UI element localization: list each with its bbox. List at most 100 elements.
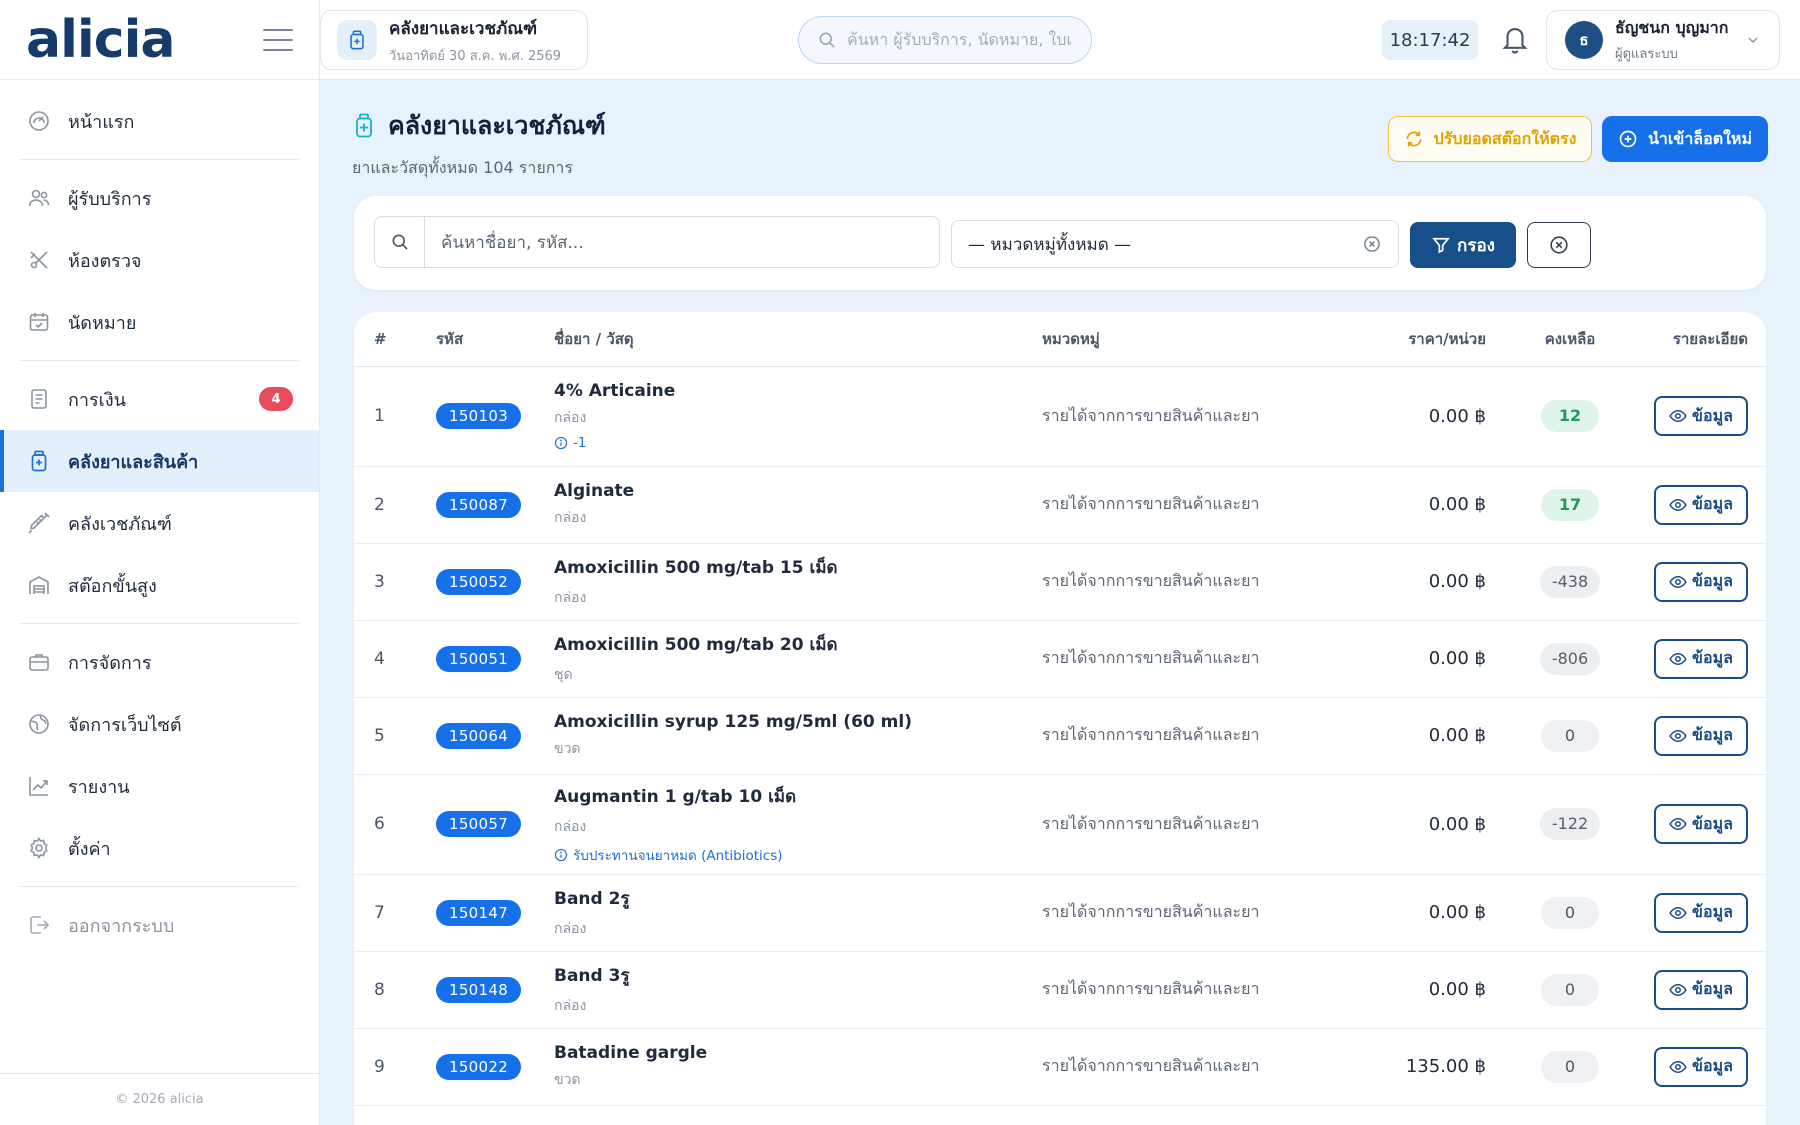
- row-index: 9: [354, 1028, 436, 1106]
- view-detail-label: ข้อมูล: [1692, 494, 1733, 513]
- sidebar-item-supplies[interactable]: คลังเวชภัณฑ์: [0, 492, 319, 554]
- stock-cell: 17: [1502, 466, 1638, 544]
- sidebar-item-reports[interactable]: รายงาน: [0, 755, 319, 817]
- category-select-value: — หมวดหมู่ทั้งหมด —: [968, 234, 1132, 255]
- brand-header: alicia: [0, 0, 319, 80]
- view-detail-label: ข้อมูล: [1692, 813, 1733, 833]
- sidebar-item-logout[interactable]: ออกจากระบบ: [0, 894, 319, 956]
- stock-badge: 17: [1541, 488, 1599, 521]
- sidebar-item-label: รายงาน: [68, 776, 130, 798]
- code-badge: 150051: [436, 645, 522, 672]
- stock-badge: 0: [1541, 896, 1599, 929]
- stock-badge: -438: [1539, 565, 1601, 598]
- code-cell: 150052: [436, 543, 554, 621]
- sidebar-item-management[interactable]: การจัดการ: [0, 631, 319, 693]
- category-cell: รายได้จากการขายสินค้าและยา: [1042, 620, 1342, 698]
- view-detail-button[interactable]: ข้อมูล: [1654, 969, 1748, 1010]
- page-title: คลังยาและเวชภัณฑ์: [388, 111, 606, 140]
- code-cell: 150087: [436, 466, 554, 544]
- sidebar: alicia หน้าแรก ผู้รับบริการ ห้องตรวจ นัด…: [0, 0, 320, 1125]
- category-cell: รายได้จากการขายสินค้าและยา: [1042, 774, 1342, 875]
- item-unit: กล่อง: [554, 818, 587, 835]
- row-index: 1: [354, 366, 436, 467]
- sidebar-item-label: การจัดการ: [68, 652, 152, 674]
- sidebar-item-label: คลังยาและสินค้า: [68, 451, 199, 473]
- sidebar-item-appointments[interactable]: นัดหมาย: [0, 291, 319, 353]
- name-cell: Amoxicillin 500 mg/tab 20 เม็ด ชุด: [554, 620, 1042, 698]
- name-cell: Band 2รู กล่อง: [554, 874, 1042, 952]
- user-menu[interactable]: ธ ธัญชนก บุญมาก ผู้ดูแลระบบ: [1546, 10, 1780, 70]
- item-name: Band 3รู: [554, 966, 630, 986]
- detail-cell: ข้อมูล: [1638, 366, 1766, 467]
- item-unit: ขวด: [554, 1071, 581, 1088]
- global-search-input[interactable]: ค้นหา ผู้รับบริการ, นัดหมาย, ใบเสร็จ...: [798, 16, 1092, 64]
- view-detail-button[interactable]: ข้อมูล: [1654, 804, 1748, 844]
- code-cell: 150148: [436, 951, 554, 1029]
- nav-divider: [20, 159, 299, 160]
- sidebar-item-website[interactable]: จัดการเว็บไซต์: [0, 693, 319, 755]
- view-detail-label: ข้อมูล: [1692, 902, 1733, 921]
- sidebar-item-patients[interactable]: ผู้รับบริการ: [0, 167, 319, 229]
- detail-cell: ข้อมูล: [1638, 543, 1766, 621]
- eye-icon: [1669, 817, 1687, 831]
- receipt-icon: [26, 386, 52, 412]
- sidebar-item-label: ผู้รับบริการ: [68, 188, 152, 210]
- info-icon: [554, 848, 568, 861]
- table-body: 1 150103 4% Articaine กล่อง -1 รายได้จากการขา…: [354, 366, 1766, 1106]
- view-detail-button[interactable]: ข้อมูล: [1654, 892, 1748, 933]
- detail-cell: ข้อมูล: [1638, 774, 1766, 875]
- code-badge: 150022: [436, 1053, 522, 1080]
- user-name: ธัญชนก บุญมาก: [1615, 18, 1729, 37]
- item-unit: กล่อง: [554, 410, 587, 426]
- sidebar-item-label: ห้องตรวจ: [68, 250, 142, 272]
- code-cell: 150022: [436, 1028, 554, 1106]
- calendar-icon: [26, 309, 52, 335]
- detail-cell: ข้อมูล: [1638, 951, 1766, 1029]
- sidebar-item-advanced-stock[interactable]: สต๊อกขั้นสูง: [0, 554, 319, 616]
- view-detail-button[interactable]: ข้อมูล: [1654, 561, 1748, 602]
- globe-icon: [26, 711, 52, 737]
- code-cell: 150057: [436, 774, 554, 875]
- view-detail-button[interactable]: ข้อมูล: [1654, 484, 1748, 525]
- detail-cell: ข้อมูล: [1638, 466, 1766, 544]
- sidebar-item-finance[interactable]: การเงิน 4: [0, 368, 319, 430]
- notification-bell-icon[interactable]: [1500, 22, 1532, 58]
- stock-cell: 12: [1502, 366, 1638, 467]
- sidebar-item-home[interactable]: หน้าแรก: [0, 90, 319, 152]
- sidebar-footer: © 2026 alicia: [0, 1073, 319, 1125]
- category-cell: รายได้จากการขายสินค้าและยา: [1042, 951, 1342, 1029]
- eye-icon: [1669, 575, 1687, 588]
- drug-search-input[interactable]: ค้นหาชื่อยา, รหัส...: [374, 216, 940, 268]
- stock-cell: 0: [1502, 874, 1638, 952]
- sidebar-item-exam-room[interactable]: ห้องตรวจ: [0, 229, 319, 291]
- inventory-table-card: # รหัส ชื่อยา / วัสดุ หมวดหมู่ ราคา/หน่ว…: [354, 312, 1766, 1125]
- name-cell: Augmantin 1 g/tab 10 เม็ด กล่อง รับประทานจ…: [554, 774, 1042, 875]
- brand-logo[interactable]: alicia: [26, 14, 175, 66]
- column-header-price: ราคา/หน่วย: [1342, 312, 1502, 367]
- reconcile-stock-button[interactable]: ปรับยอดสต๊อกให้ตรง: [1388, 116, 1592, 162]
- view-detail-button[interactable]: ข้อมูล: [1654, 715, 1748, 756]
- filter-button[interactable]: กรอง: [1410, 222, 1516, 268]
- view-detail-button[interactable]: ข้อมูล: [1654, 638, 1748, 679]
- name-cell: Amoxicillin syrup 125 mg/5ml (60 ml) ขวด: [554, 697, 1042, 775]
- sidebar-item-settings[interactable]: ตั้งค่า: [0, 817, 319, 879]
- price-cell: 0.00 ฿: [1342, 620, 1502, 698]
- clear-circle-icon[interactable]: [1362, 234, 1382, 254]
- menu-toggle-icon[interactable]: [263, 28, 293, 51]
- category-cell: รายได้จากการขายสินค้าและยา: [1042, 466, 1342, 544]
- category-select[interactable]: — หมวดหมู่ทั้งหมด —: [951, 220, 1399, 268]
- view-detail-button[interactable]: ข้อมูล: [1654, 1046, 1748, 1087]
- category-cell: รายได้จากการขายสินค้าและยา: [1042, 366, 1342, 467]
- search-icon: [375, 217, 425, 267]
- view-detail-button[interactable]: ข้อมูล: [1654, 396, 1748, 436]
- category-cell: รายได้จากการขายสินค้าและยา: [1042, 1028, 1342, 1106]
- price-cell: 0.00 ฿: [1342, 543, 1502, 621]
- import-new-lot-button[interactable]: นำเข้าล็อตใหม่: [1602, 116, 1768, 162]
- table-row: 4 150051 Amoxicillin 500 mg/tab 20 เม็ด ชุด…: [354, 620, 1766, 698]
- table-row: 7 150147 Band 2รู กล่อง รายได้จากการขายสินค้…: [354, 874, 1766, 952]
- code-cell: 150064: [436, 697, 554, 775]
- name-cell: Batadine gargle ขวด: [554, 1028, 1042, 1106]
- clock: 18:17:42: [1382, 20, 1478, 60]
- sidebar-item-pharmacy[interactable]: คลังยาและสินค้า: [0, 430, 319, 492]
- reset-filter-button[interactable]: [1527, 222, 1591, 268]
